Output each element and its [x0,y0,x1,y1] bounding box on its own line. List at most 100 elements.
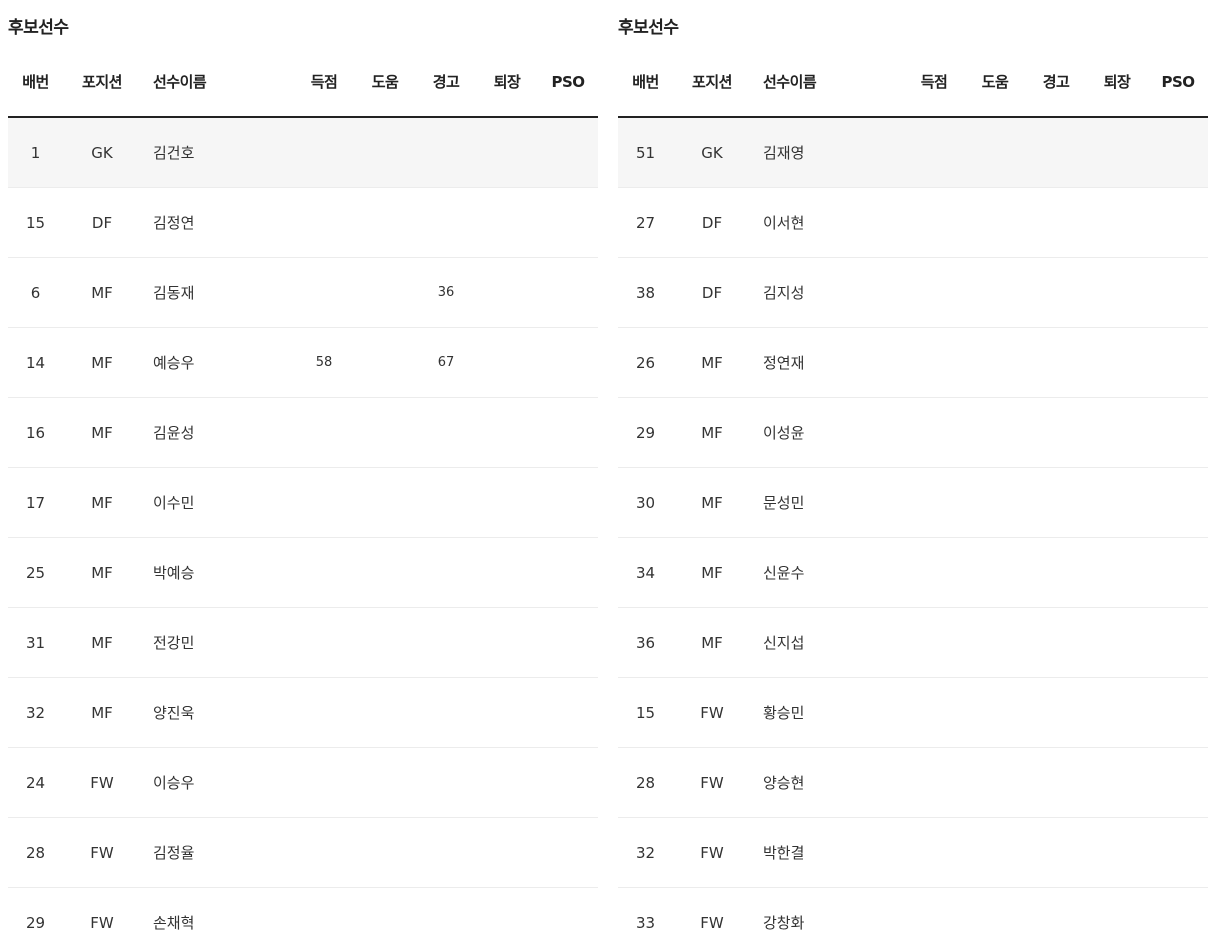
cell-sendoff [477,398,537,468]
col-header-no: 배번 [22,73,49,91]
cell-warning [1026,888,1086,947]
col-header-goal: 득점 [920,73,948,91]
cell-assist [355,608,415,678]
table-row: 34 MF 신윤수 [618,538,1208,608]
col-header-position: 포지션 [692,73,732,91]
table-row: 16 MF 김윤성 [8,398,598,468]
cell-sendoff [477,818,537,888]
cell-warning [1026,748,1086,818]
cell-pso [1148,468,1208,538]
cell-pso [538,468,598,538]
cell-assist [965,538,1025,608]
col-header-warning: 경고 [432,73,460,91]
col-header-warning: 경고 [1042,73,1070,91]
cell-warning [416,678,476,748]
cell-sendoff [477,888,537,947]
cell-sendoff [1087,258,1147,328]
cell-assist [965,888,1025,947]
cell-position: GK [701,144,723,162]
cell-assist [965,398,1025,468]
cell-warning [1026,538,1086,608]
cell-position: MF [91,424,113,442]
cell-goal [904,678,964,748]
cell-pso [538,398,598,468]
cell-position: DF [701,284,723,302]
cell-goal [294,118,354,188]
cell-sendoff [1087,398,1147,468]
table-row: 17 MF 이수민 [8,468,598,538]
cell-assist [965,188,1025,258]
cell-pso [1148,678,1208,748]
cell-player-name: 김지성 [763,284,805,302]
cell-position: MF [91,634,113,652]
cell-player-name: 이성윤 [763,424,805,442]
cell-sendoff [1087,818,1147,888]
cell-no: 17 [25,494,46,512]
cell-assist [965,328,1025,398]
cell-no: 31 [25,634,46,652]
cell-player-name: 전강민 [153,634,195,652]
cell-pso [538,118,598,188]
cell-goal [904,328,964,398]
cell-warning [1026,678,1086,748]
col-header-pso: PSO [551,73,585,91]
table-row: 28 FW 양승현 [618,748,1208,818]
cell-sendoff [477,258,537,328]
cell-no: 36 [635,634,656,652]
table-body: 1 GK 김건호 15 DF 김정연 6 MF 김동재 36 14 MF 예승우 58 67 16 MF 김윤성 1… [8,118,598,947]
cell-warning [1026,468,1086,538]
cell-goal [904,608,964,678]
cell-player-name: 김재영 [763,144,805,162]
cell-no: 34 [635,564,656,582]
cell-warning [416,398,476,468]
cell-warning [416,818,476,888]
cell-sendoff [1087,188,1147,258]
cell-no: 29 [635,424,656,442]
cell-goal [904,538,964,608]
col-header-assist: 도움 [371,73,399,91]
cell-pso [1148,398,1208,468]
cell-player-name: 손채혁 [153,914,195,932]
cell-pso [1148,328,1208,398]
table-header: 배번 포지션 선수이름 득점 도움 경고 퇴장 PSO [618,48,1208,118]
cell-goal [294,608,354,678]
cell-position: MF [701,424,723,442]
cell-pso [1148,888,1208,947]
col-header-name: 선수이름 [763,73,817,91]
cell-goal [904,818,964,888]
cell-pso [538,188,598,258]
table-row: 31 MF 전강민 [8,608,598,678]
cell-no: 28 [25,844,46,862]
cell-assist [355,748,415,818]
table-row: 24 FW 이승우 [8,748,598,818]
cell-player-name: 김정연 [153,214,195,232]
cell-goal [294,748,354,818]
cell-position: MF [91,354,113,372]
cell-player-name: 이승우 [153,774,195,792]
cell-goal [294,538,354,608]
cell-goal: 58 [315,355,333,370]
table-row: 36 MF 신지섭 [618,608,1208,678]
col-header-assist: 도움 [981,73,1009,91]
cell-pso [1148,608,1208,678]
cell-warning [416,748,476,818]
cell-warning [416,538,476,608]
cell-warning [1026,608,1086,678]
table-row: 27 DF 이서현 [618,188,1208,258]
cell-goal [904,118,964,188]
cell-position: DF [91,214,113,232]
cell-player-name: 김건호 [153,144,195,162]
cell-position: MF [701,494,723,512]
table-row: 1 GK 김건호 [8,118,598,188]
table-row: 15 FW 황승민 [618,678,1208,748]
table-body: 51 GK 김재영 27 DF 이서현 38 DF 김지성 26 MF 정연재 29 MF 이성윤 30 MF 문… [618,118,1208,947]
col-header-name: 선수이름 [153,73,207,91]
cell-pso [538,328,598,398]
cell-no: 16 [25,424,46,442]
cell-player-name: 이수민 [153,494,195,512]
table-header: 배번 포지션 선수이름 득점 도움 경고 퇴장 PSO [8,48,598,118]
cell-goal [294,398,354,468]
cell-sendoff [477,678,537,748]
table-row: 26 MF 정연재 [618,328,1208,398]
cell-assist [355,118,415,188]
